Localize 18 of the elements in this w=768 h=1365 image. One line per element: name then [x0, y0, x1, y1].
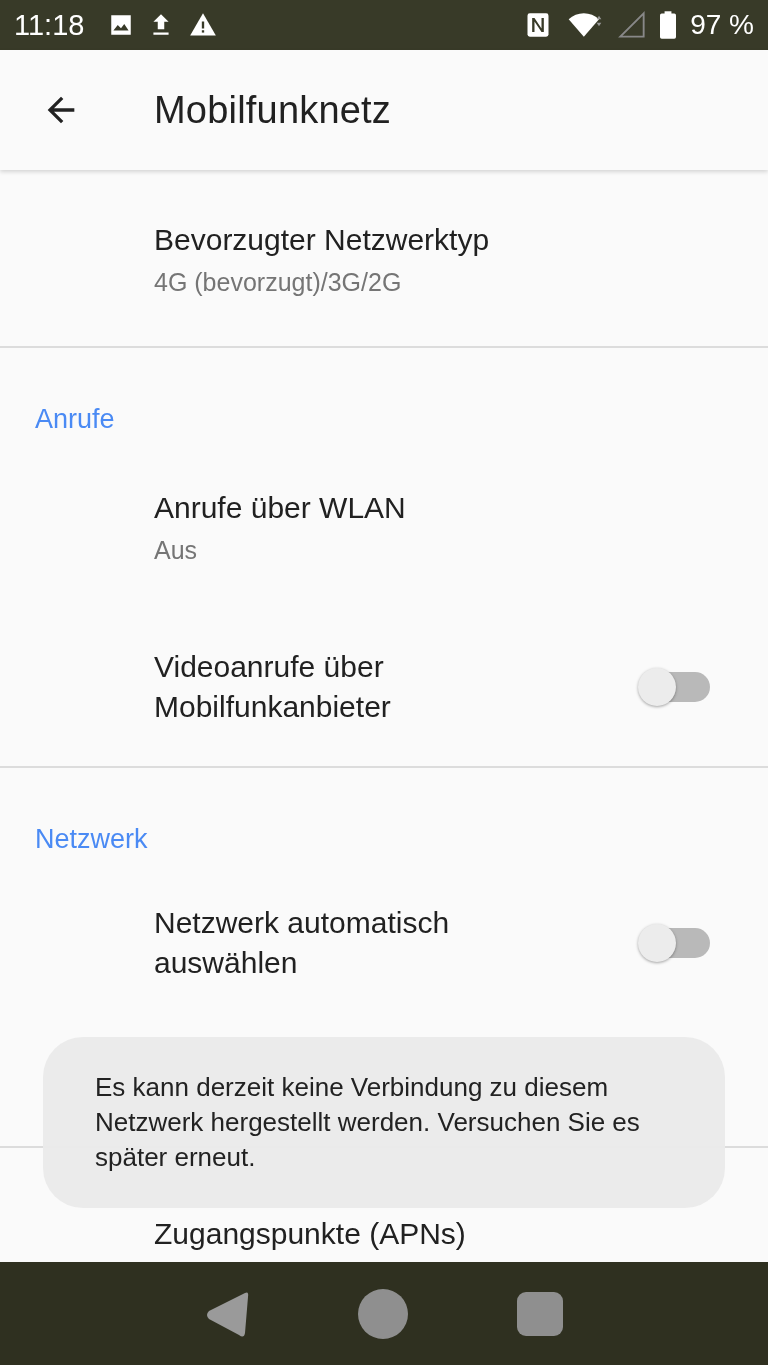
setting-title[interactable]: Videoanrufe über Mobilfunkanbieter — [154, 647, 584, 727]
setting-summary: Aus — [154, 535, 199, 565]
setting-title[interactable]: Zugangspunkte (APNs) — [154, 1214, 584, 1254]
recents-button[interactable] — [517, 1291, 564, 1336]
screen-title: Mobilfunknetz — [154, 88, 392, 132]
section-header: Netzwerk — [34, 823, 149, 856]
battery-percentage: 97 % — [690, 9, 754, 41]
setting-title[interactable]: Anrufe über WLAN — [154, 487, 584, 528]
status-time: 11:18 — [14, 8, 85, 42]
section-header: Anrufe — [34, 403, 116, 436]
setting-summary: 4G (bevorzugt)/3G/2G — [154, 267, 403, 297]
error-toast: Es kann derzeit keine Verbindung zu diesem Netzwerk hergestellt werden. Versuchen Sie es später erneut. — [43, 1037, 725, 1208]
battery-icon — [660, 10, 677, 40]
cellular-signal-icon — [618, 11, 647, 39]
setting-title[interactable]: Netzwerk automatisch auswählen — [154, 903, 584, 983]
warning-icon — [188, 11, 219, 39]
setting-title[interactable]: Bevorzugter Netzwerktyp — [154, 219, 584, 260]
home-button[interactable] — [358, 1288, 408, 1339]
